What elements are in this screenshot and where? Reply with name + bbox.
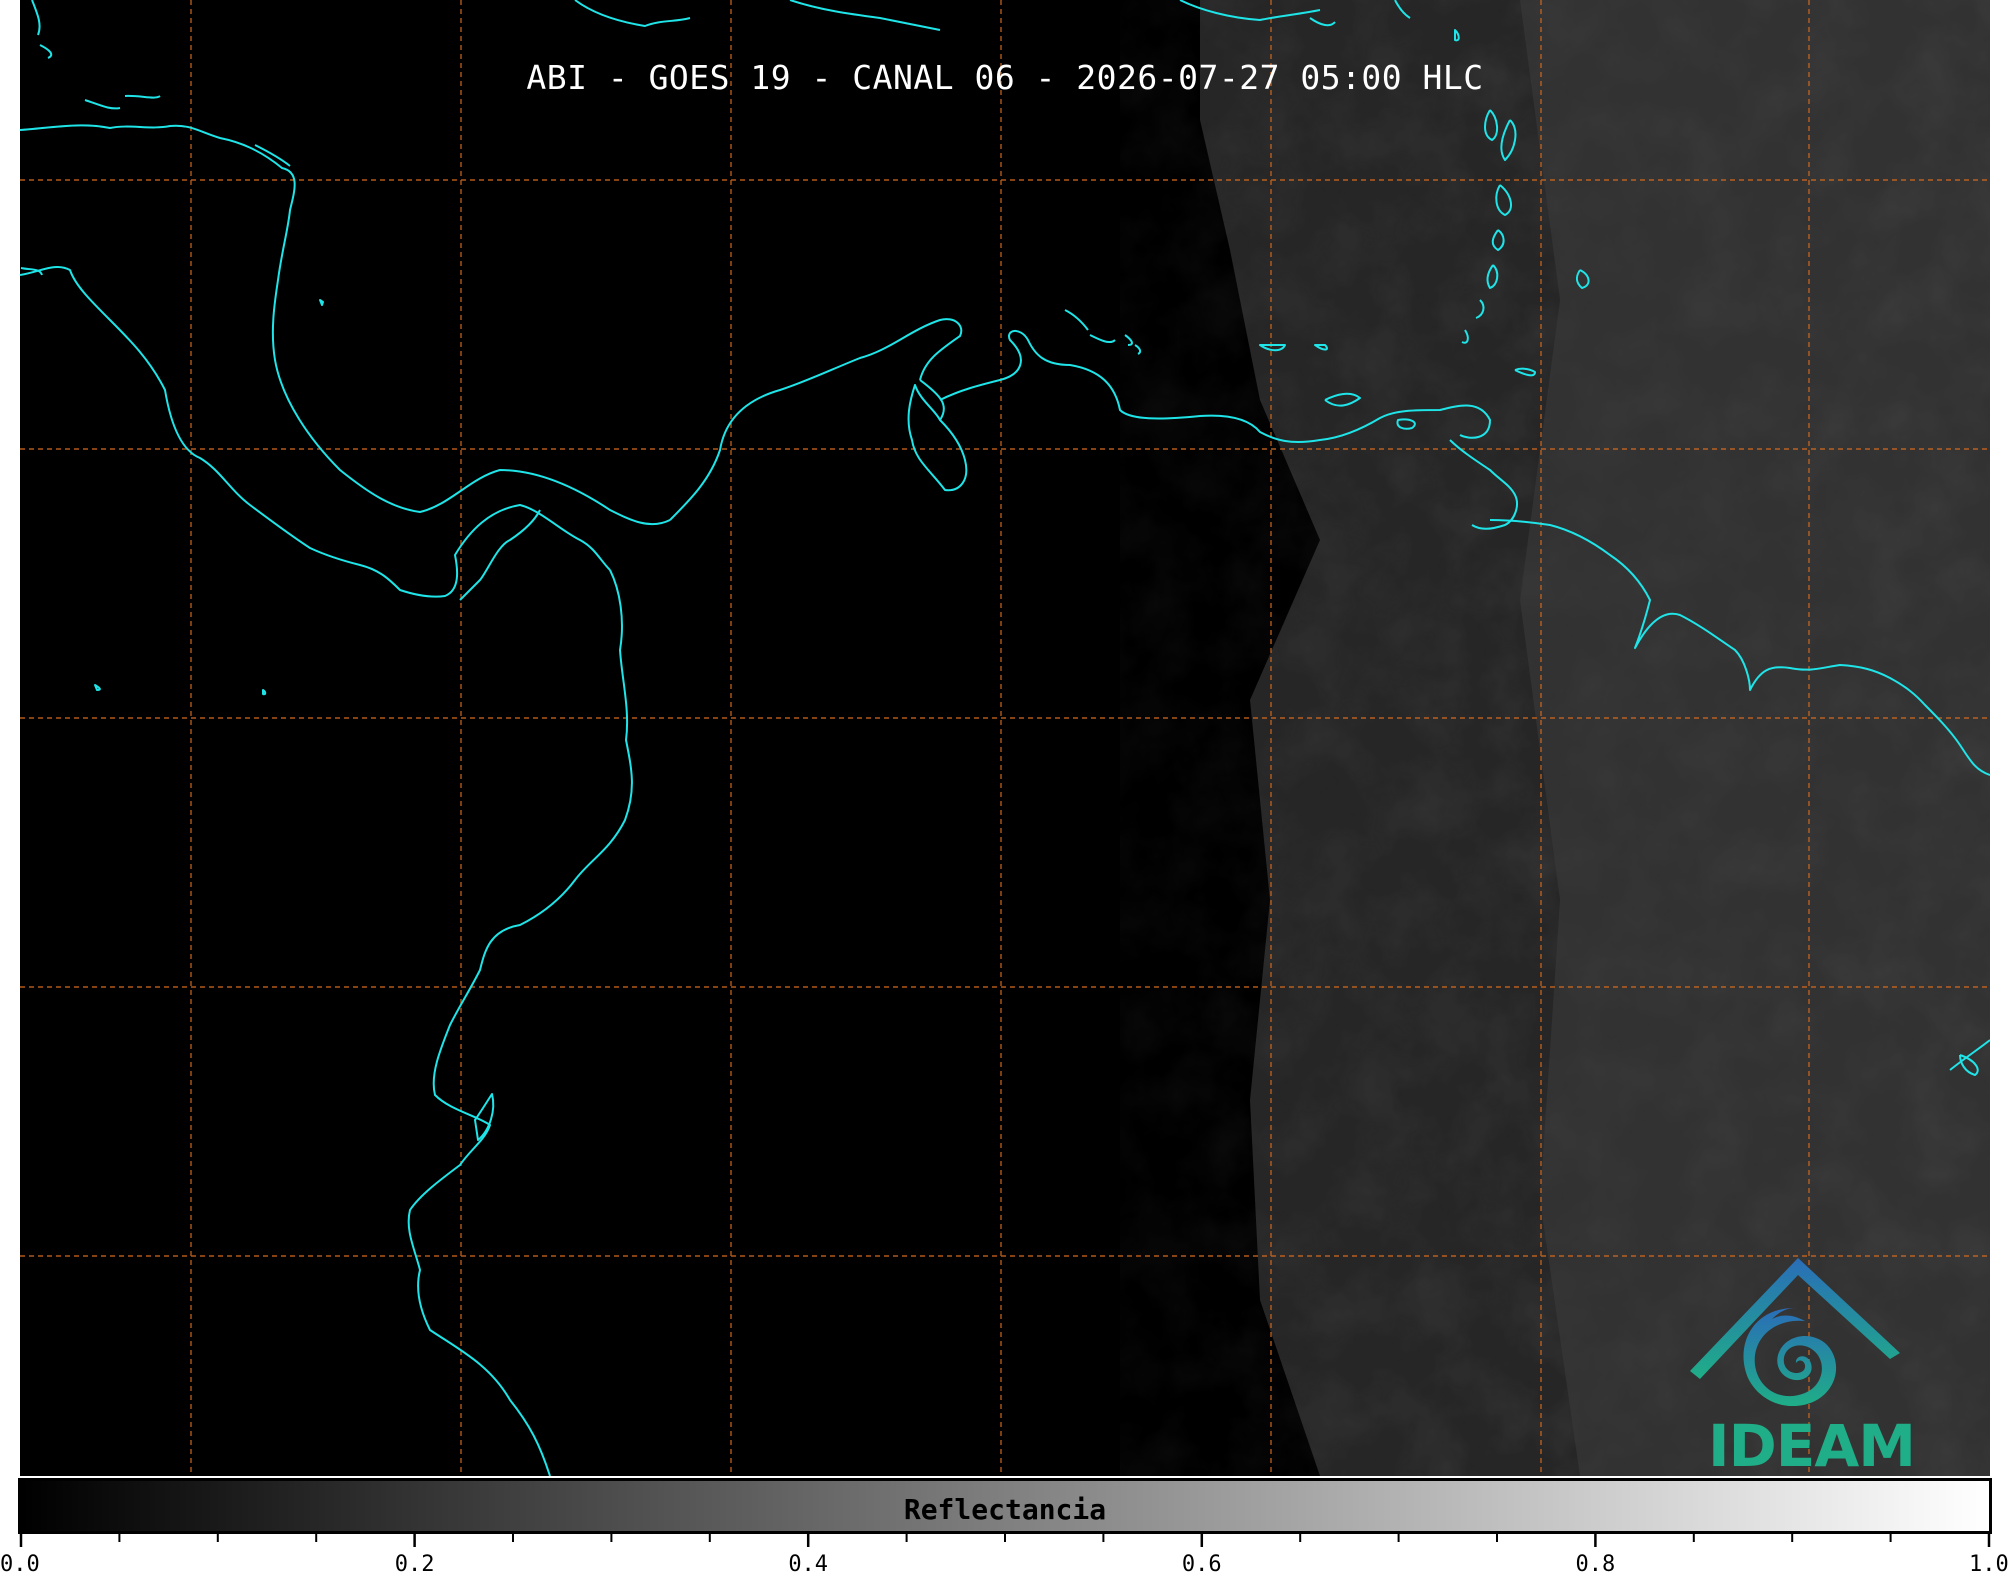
colorbar-tick-label: 0.6 — [1181, 1552, 1222, 1577]
logo-swirl — [1743, 1308, 1837, 1407]
colorbar-tick-label: 0.8 — [1575, 1552, 1616, 1577]
colorbar-tick-label: 0.0 — [0, 1552, 40, 1577]
colorbar-label: Reflectancia — [903, 1493, 1107, 1526]
colorbar-tick-label: 0.4 — [788, 1552, 829, 1577]
colorbar-tick-label: 1.0 — [1969, 1552, 2009, 1577]
satellite-image: ABI - GOES 19 - CANAL 06 - 2026-07-27 05… — [20, 0, 1990, 1476]
map-title: ABI - GOES 19 - CANAL 06 - 2026-07-27 05… — [526, 58, 1484, 97]
colorbar-tick-label: 0.2 — [394, 1552, 435, 1577]
colorbar: Reflectancia — [18, 1478, 1992, 1534]
logo-text: IDEAM — [1708, 1412, 1916, 1476]
